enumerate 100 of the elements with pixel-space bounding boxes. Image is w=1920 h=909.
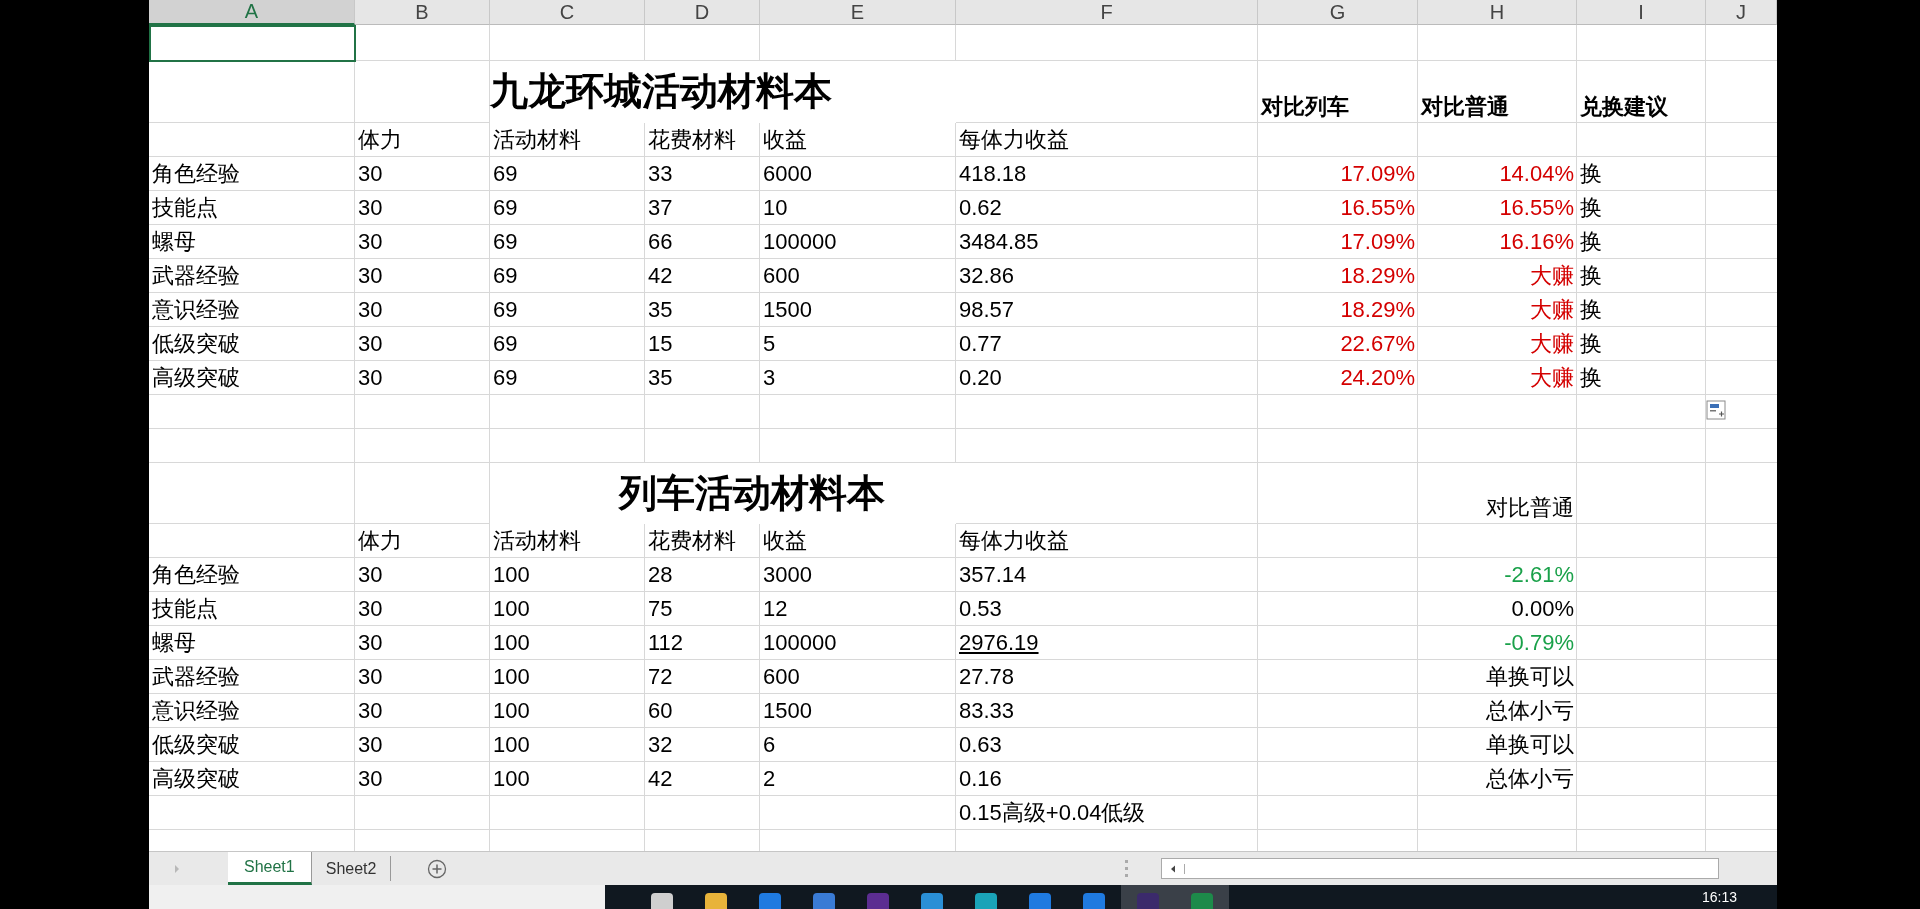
table-cell: 角色经验 [152, 562, 240, 588]
table-cell: 0.53 [959, 596, 1002, 622]
table-cell: 69 [493, 263, 518, 289]
table-cell: 15 [648, 331, 673, 357]
table-cell: 69 [493, 195, 518, 221]
table-cell: 总体小亏 [1486, 698, 1574, 724]
table-cell: -0.79% [1504, 630, 1574, 656]
table-cell: 30 [358, 365, 383, 391]
table-cell: 69 [493, 365, 518, 391]
table-cell: 意识经验 [152, 297, 240, 323]
table-cell: 42 [648, 766, 673, 792]
splitter-handle[interactable] [1125, 860, 1131, 877]
table-cell: 大赚 [1530, 365, 1574, 391]
table-cell: 14.04% [1499, 161, 1574, 187]
table-cell: 5 [763, 331, 776, 357]
column-label: 体力 [358, 528, 402, 554]
table-cell: 6000 [763, 161, 812, 187]
table-cell: 总体小亏 [1486, 766, 1574, 792]
table-cell: 22.67% [1340, 331, 1415, 357]
table-cell: 18.29% [1340, 263, 1415, 289]
table-cell: 35 [648, 365, 673, 391]
table-cell: 3000 [763, 562, 812, 588]
table-cell: 30 [358, 331, 383, 357]
table-cell: 0.62 [959, 195, 1002, 221]
add-sheet-icon[interactable] [427, 858, 448, 879]
table-cell: 112 [648, 630, 684, 656]
table-cell: 16.16% [1499, 229, 1574, 255]
table-cell: 0.16 [959, 766, 1002, 792]
table-cell: 换 [1580, 331, 1602, 357]
table-cell: 69 [493, 331, 518, 357]
table-cell: 30 [358, 263, 383, 289]
column-header[interactable]: B [355, 0, 490, 25]
column-header[interactable]: H [1418, 0, 1577, 25]
table-cell: 27.78 [959, 664, 1015, 690]
app-icon[interactable] [1137, 893, 1159, 909]
app-icon[interactable] [813, 893, 835, 909]
table-cell: 武器经验 [152, 664, 240, 690]
table-cell: 意识经验 [152, 698, 240, 724]
table-cell: 69 [493, 297, 518, 323]
app-icon[interactable] [759, 893, 781, 909]
table-cell: 100000 [763, 630, 837, 656]
section-title: 九龙环城活动材料本 [490, 71, 832, 113]
column-header[interactable]: C [490, 0, 645, 25]
column-label: 花费材料 [648, 127, 736, 153]
app-icon[interactable] [1083, 893, 1105, 909]
table-cell: 30 [358, 630, 383, 656]
column-header[interactable]: J [1706, 0, 1777, 25]
table-cell: 30 [358, 195, 383, 221]
app-icon[interactable] [1029, 893, 1051, 909]
sheet-tab[interactable]: Sheet2 [311, 856, 392, 881]
table-cell: 37 [648, 195, 673, 221]
table-cell: 600 [763, 263, 800, 289]
table-cell: 换 [1580, 161, 1602, 187]
app-icon[interactable] [651, 893, 673, 909]
table-cell: 6 [763, 732, 776, 758]
table-cell: 换 [1580, 229, 1602, 255]
table-cell: 换 [1580, 195, 1602, 221]
table-cell: 1500 [763, 297, 812, 323]
app-icon[interactable] [921, 893, 943, 909]
table-cell: 32.86 [959, 263, 1015, 289]
table-cell: 100 [493, 732, 530, 758]
table-cell: 0.63 [959, 732, 1002, 758]
table-cell: 大赚 [1530, 263, 1574, 289]
table-cell: 角色经验 [152, 161, 240, 187]
table-cell: 100 [493, 766, 530, 792]
column-label: 收益 [763, 528, 807, 554]
column-label: 对比列车 [1261, 94, 1349, 119]
column-header[interactable]: D [645, 0, 760, 25]
clock-time: 16:13 [1701, 888, 1737, 905]
table-cell: 16.55% [1499, 195, 1574, 221]
table-cell: 0.20 [959, 365, 1002, 391]
column-header[interactable]: F [956, 0, 1258, 25]
table-cell: 100 [493, 596, 530, 622]
table-cell: 30 [358, 732, 383, 758]
column-label: 每体力收益 [959, 528, 1069, 554]
column-header[interactable]: E [760, 0, 956, 25]
column-header[interactable]: A [149, 0, 355, 25]
table-cell: 75 [648, 596, 673, 622]
table-cell: 2976.19 [959, 630, 1039, 656]
taskbar-search-field[interactable] [149, 885, 605, 909]
table-cell: 低级突破 [152, 732, 240, 758]
table-cell: 10 [763, 195, 788, 221]
app-icon[interactable] [705, 893, 727, 909]
selected-cell[interactable] [149, 25, 356, 62]
sheet-tab[interactable]: Sheet1 [228, 852, 312, 885]
table-cell: 16.55% [1340, 195, 1415, 221]
app-icon[interactable] [975, 893, 997, 909]
quick-analysis-icon[interactable] [1706, 400, 1726, 420]
horizontal-scrollbar[interactable] [1161, 858, 1719, 879]
app-icon[interactable] [867, 893, 889, 909]
column-header[interactable]: I [1577, 0, 1706, 25]
table-cell: 武器经验 [152, 263, 240, 289]
table-cell: 30 [358, 698, 383, 724]
table-cell: 2 [763, 766, 776, 792]
column-header[interactable]: G [1258, 0, 1418, 25]
table-cell: 30 [358, 161, 383, 187]
table-cell: 单换可以 [1486, 664, 1574, 690]
table-cell: 换 [1580, 365, 1602, 391]
app-icon[interactable] [1191, 893, 1213, 909]
column-label: 对比普通 [1421, 94, 1509, 119]
